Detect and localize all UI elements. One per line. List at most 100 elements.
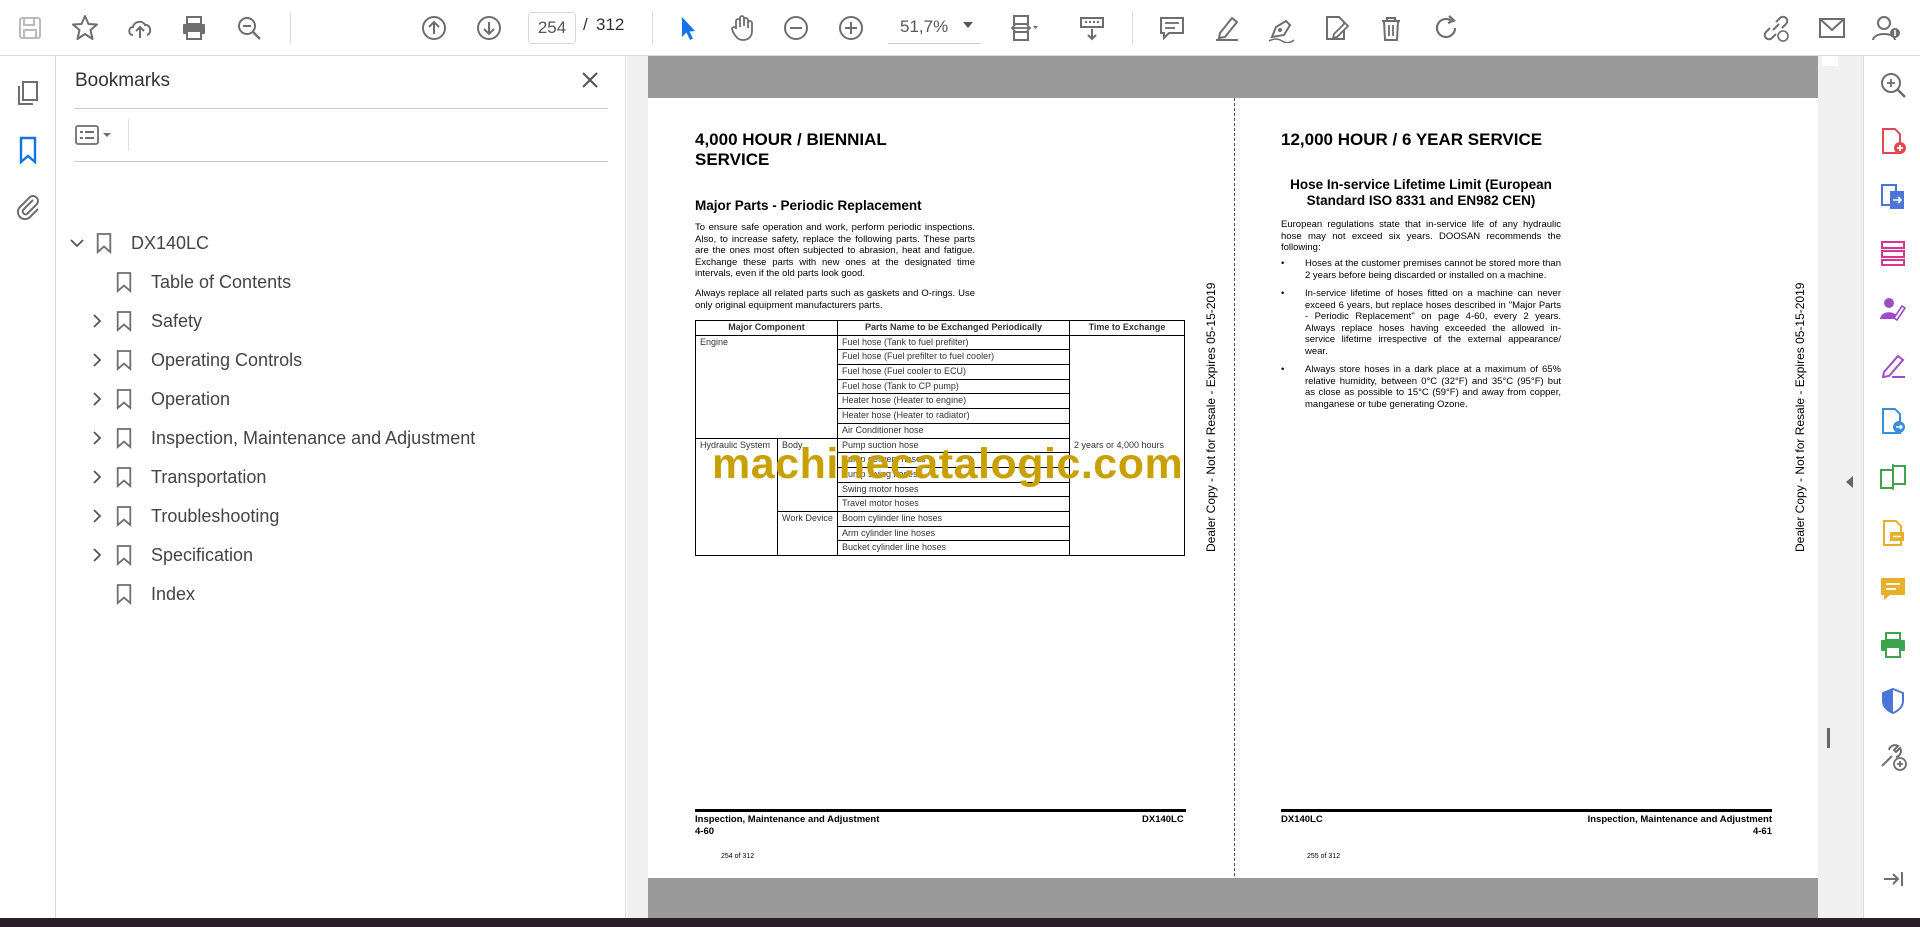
right-footer-page: 4-61	[1752, 826, 1772, 837]
organize-pages-icon[interactable]	[1876, 236, 1910, 270]
bookmark-icon	[115, 426, 135, 450]
fit-page-icon[interactable]	[1003, 8, 1043, 48]
bookmark-item[interactable]: Operating Controls	[87, 344, 302, 376]
zoom-in-icon[interactable]	[831, 8, 871, 48]
highlight-icon[interactable]	[1207, 8, 1247, 48]
left-page-of: 254 of 312	[721, 853, 755, 860]
previous-page-icon[interactable]	[414, 8, 454, 48]
chevron-right-icon[interactable]	[87, 311, 107, 331]
collapse-rail-icon[interactable]	[1876, 862, 1910, 896]
comment-tool-icon[interactable]	[1876, 572, 1910, 606]
right-page-intro: European regulations state that in-servi…	[1281, 219, 1561, 253]
search-icon[interactable]	[229, 8, 269, 48]
bookmark-item[interactable]: Index	[87, 578, 195, 610]
expand-tools-arrow[interactable]	[1846, 476, 1853, 488]
right-side-stamp: Dealer Copy - Not for Resale - Expires 0…	[1793, 282, 1807, 552]
chevron-down-icon[interactable]	[67, 233, 87, 253]
total-pages: 312	[596, 15, 625, 34]
bookmark-label: Safety	[151, 310, 203, 331]
part-cell: Boom cylinder line hoses	[837, 510, 1070, 527]
bookmark-item[interactable]: Transportation	[87, 461, 266, 493]
part-cell: Fuel hose (Fuel prefilter to fuel cooler…	[837, 349, 1070, 366]
send-for-review-icon[interactable]	[1876, 404, 1910, 438]
chevron-right-icon[interactable]	[87, 506, 107, 526]
part-cell: Bucket cylinder line hoses	[837, 540, 1070, 556]
left-page-heading: 4,000 HOUR / BIENNIAL SERVICE	[695, 130, 887, 169]
left-footer-page: 4-60	[695, 826, 715, 837]
fill-sign-icon[interactable]	[1876, 348, 1910, 382]
export-pdf-icon[interactable]	[1876, 180, 1910, 214]
hand-tool-icon[interactable]	[722, 8, 762, 48]
zoom-out-icon[interactable]	[776, 8, 816, 48]
print-production-icon[interactable]	[1876, 628, 1910, 662]
taskbar-strip	[0, 918, 1920, 927]
bookmark-label: Transportation	[151, 466, 267, 487]
cloud-upload-icon[interactable]	[120, 8, 160, 48]
bookmark-options-button[interactable]	[74, 119, 122, 151]
select-cursor-icon[interactable]	[668, 8, 708, 48]
rotate-icon[interactable]	[1426, 8, 1466, 48]
bookmark-item[interactable]: Table of Contents	[87, 266, 291, 298]
table-header: Time to Exchange	[1069, 320, 1185, 336]
bookmark-item[interactable]: Specification	[87, 539, 253, 571]
part-cell: Air Conditioner hose	[837, 422, 1070, 439]
bookmark-icon	[115, 465, 135, 489]
next-page-icon[interactable]	[469, 8, 509, 48]
comment-icon[interactable]	[1152, 8, 1192, 48]
bookmarks-panel-icon[interactable]	[10, 132, 46, 168]
bookmark-icon	[115, 348, 135, 372]
chevron-right-icon[interactable]	[87, 428, 107, 448]
edit-document-icon[interactable]	[1316, 8, 1356, 48]
part-cell: Fuel hose (Fuel cooler to ECU)	[837, 364, 1070, 380]
bookmark-icon	[95, 231, 115, 255]
bookmarks-title: Bookmarks	[75, 70, 171, 91]
share-link-icon[interactable]	[1756, 8, 1796, 48]
compare-files-icon[interactable]	[1876, 460, 1910, 494]
bookmark-label: Operating Controls	[151, 349, 303, 370]
star-icon[interactable]	[65, 8, 105, 48]
print-icon[interactable]	[174, 8, 214, 48]
create-pdf-icon[interactable]	[1876, 124, 1910, 158]
close-icon[interactable]	[576, 66, 604, 94]
bookmark-label: Operation	[151, 388, 231, 409]
account-icon[interactable]	[1866, 8, 1906, 48]
bookmark-item[interactable]: Inspection, Maintenance and Adjustment	[87, 422, 475, 454]
page-number-input[interactable]: 254	[528, 12, 576, 44]
chevron-right-icon[interactable]	[87, 545, 107, 565]
chevron-right-icon[interactable]	[87, 467, 107, 487]
part-cell: Arm cylinder line hoses	[837, 525, 1070, 542]
left-footer-model: DX140LC	[1142, 814, 1184, 825]
save-icon[interactable]	[10, 8, 50, 48]
bookmark-label: Index	[151, 583, 196, 604]
zoom-level-select[interactable]: 51,7%	[888, 12, 980, 44]
table-header: Parts Name to be Exchanged Periodically	[837, 320, 1070, 336]
bookmark-item[interactable]: Troubleshooting	[87, 500, 279, 532]
more-tools-icon[interactable]	[1876, 740, 1910, 774]
protect-shield-icon[interactable]	[1876, 684, 1910, 718]
scan-ocr-icon[interactable]	[1876, 516, 1910, 550]
bookmark-label: Specification	[151, 544, 254, 565]
right-page-of: 255 of 312	[1307, 853, 1341, 860]
scroll-mode-icon[interactable]	[1072, 8, 1112, 48]
page-thumbnails-icon[interactable]	[10, 75, 46, 111]
bookmark-icon	[115, 387, 135, 411]
request-signature-icon[interactable]	[1876, 292, 1910, 326]
sign-pen-icon[interactable]	[1261, 8, 1301, 48]
chevron-down-icon[interactable]	[963, 22, 973, 28]
zoom-search-icon[interactable]	[1876, 68, 1910, 102]
bookmark-item[interactable]: DX140LC	[67, 227, 209, 259]
scrollbar-thumb[interactable]	[1827, 728, 1830, 748]
bookmark-icon	[115, 309, 135, 333]
list-options-icon	[75, 125, 111, 145]
chevron-right-icon[interactable]	[87, 350, 107, 370]
chevron-right-icon[interactable]	[87, 389, 107, 409]
attachments-icon[interactable]	[10, 187, 46, 223]
left-page-para2: Always replace all related parts such as…	[695, 288, 975, 311]
bookmark-label: DX140LC	[131, 232, 210, 253]
bookmark-item[interactable]: Safety	[87, 305, 202, 337]
bookmark-item[interactable]: Operation	[87, 383, 230, 415]
delete-trash-icon[interactable]	[1371, 8, 1411, 48]
email-icon[interactable]	[1812, 8, 1852, 48]
